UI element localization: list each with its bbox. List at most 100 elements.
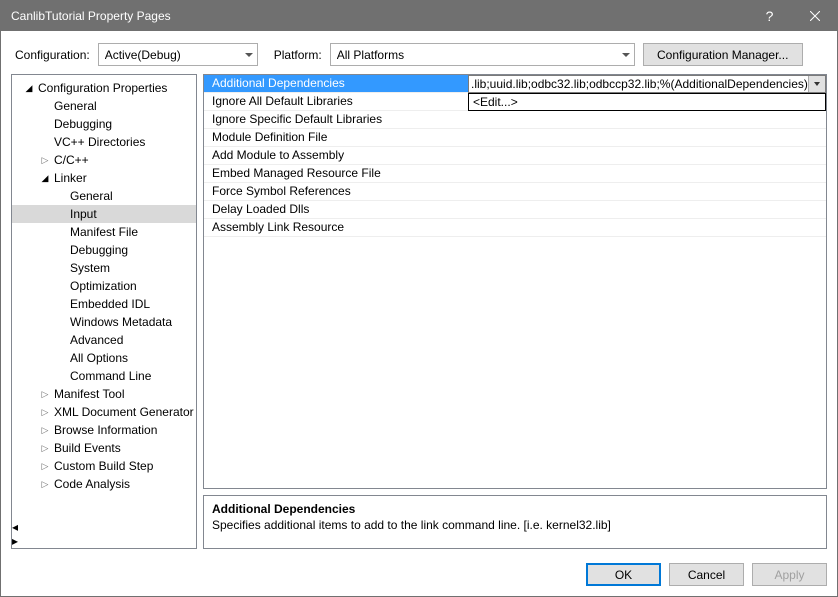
property-name: Embed Managed Resource File bbox=[204, 165, 468, 182]
property-row[interactable]: Module Definition File bbox=[204, 129, 826, 147]
tree-item[interactable]: VC++ Directories bbox=[12, 133, 196, 151]
collapse-icon[interactable]: ▷ bbox=[40, 479, 50, 490]
configuration-manager-button[interactable]: Configuration Manager... bbox=[643, 43, 803, 66]
tree-item[interactable]: General bbox=[12, 187, 196, 205]
property-row[interactable]: Delay Loaded Dlls bbox=[204, 201, 826, 219]
property-row[interactable]: Add Module to Assembly bbox=[204, 147, 826, 165]
expand-icon[interactable]: ◢ bbox=[24, 83, 34, 94]
property-value-editor[interactable]: .lib;uuid.lib;odbc32.lib;odbccp32.lib;%(… bbox=[468, 75, 826, 93]
tree-item[interactable]: Manifest File bbox=[12, 223, 196, 241]
property-value[interactable] bbox=[468, 165, 826, 182]
configuration-manager-label: Configuration Manager... bbox=[657, 48, 788, 62]
property-row[interactable]: Ignore Specific Default Libraries bbox=[204, 111, 826, 129]
tree-item-label: Build Events bbox=[54, 441, 121, 455]
scroll-left-icon[interactable]: ◂ bbox=[12, 520, 196, 534]
main-area: ◢Configuration Properties General Debuggin… bbox=[1, 74, 837, 555]
collapse-icon[interactable]: ▷ bbox=[40, 155, 50, 166]
dialog-buttons: OK Cancel Apply bbox=[1, 555, 837, 596]
cancel-button[interactable]: Cancel bbox=[669, 563, 744, 586]
tree-item-label: Code Analysis bbox=[54, 477, 130, 491]
collapse-icon[interactable]: ▷ bbox=[40, 389, 50, 400]
property-value[interactable] bbox=[468, 147, 826, 164]
tree-item[interactable]: Command Line bbox=[12, 367, 196, 385]
platform-value: All Platforms bbox=[337, 48, 616, 62]
tree-panel: ◢Configuration Properties General Debuggin… bbox=[11, 74, 197, 549]
property-name: Delay Loaded Dlls bbox=[204, 201, 468, 218]
platform-label: Platform: bbox=[274, 48, 322, 62]
tree-item[interactable]: ▷ Code Analysis bbox=[12, 475, 196, 493]
tree-item-label: XML Document Generator bbox=[54, 405, 194, 419]
tree-item[interactable]: Windows Metadata bbox=[12, 313, 196, 331]
platform-dropdown[interactable]: All Platforms bbox=[330, 43, 635, 66]
close-button[interactable] bbox=[792, 1, 837, 31]
property-row[interactable]: Embed Managed Resource File bbox=[204, 165, 826, 183]
tree-item-label: Optimization bbox=[70, 279, 137, 293]
property-row[interactable]: Force Symbol References bbox=[204, 183, 826, 201]
property-value-text: .lib;uuid.lib;odbc32.lib;odbccp32.lib;%(… bbox=[471, 77, 808, 91]
property-row[interactable]: Assembly Link Resource bbox=[204, 219, 826, 237]
tree-item[interactable]: Advanced bbox=[12, 331, 196, 349]
apply-button[interactable]: Apply bbox=[752, 563, 827, 586]
chevron-down-icon bbox=[245, 53, 253, 57]
tree-item[interactable]: Input bbox=[12, 205, 196, 223]
edit-dropdown[interactable]: <Edit...> bbox=[468, 93, 826, 111]
tree-item-label: Manifest File bbox=[70, 225, 138, 239]
tree-item[interactable]: Debugging bbox=[12, 115, 196, 133]
configuration-dropdown[interactable]: Active(Debug) bbox=[98, 43, 258, 66]
property-value[interactable] bbox=[468, 201, 826, 218]
tree-item[interactable]: ◢Linker bbox=[12, 169, 196, 187]
collapse-icon[interactable]: ▷ bbox=[40, 425, 50, 436]
tree-item[interactable]: ▷ Custom Build Step bbox=[12, 457, 196, 475]
tree-item-label: Command Line bbox=[70, 369, 151, 383]
tree-item-label: Browse Information bbox=[54, 423, 157, 437]
property-grid[interactable]: Additional Dependencies.lib;uuid.lib;odb… bbox=[203, 74, 827, 489]
property-value[interactable] bbox=[468, 183, 826, 200]
property-name: Ignore Specific Default Libraries bbox=[204, 111, 468, 128]
collapse-icon[interactable]: ▷ bbox=[40, 461, 50, 472]
collapse-icon[interactable]: ▷ bbox=[40, 443, 50, 454]
tree-item[interactable]: Embedded IDL bbox=[12, 295, 196, 313]
title-bar: CanlibTutorial Property Pages ? bbox=[1, 1, 837, 31]
description-panel: Additional Dependencies Specifies additi… bbox=[203, 495, 827, 549]
tree-item-label: System bbox=[70, 261, 110, 275]
dropdown-button[interactable] bbox=[808, 76, 825, 92]
property-name: Force Symbol References bbox=[204, 183, 468, 200]
tree-item-label: All Options bbox=[70, 351, 128, 365]
tree-scrollbar[interactable]: ◂ ▸ bbox=[12, 520, 196, 548]
property-value[interactable] bbox=[468, 129, 826, 146]
tree-item-label: Custom Build Step bbox=[54, 459, 153, 473]
tree-item[interactable]: ▷C/C++ bbox=[12, 151, 196, 169]
tree-item[interactable]: ▷ Browse Information bbox=[12, 421, 196, 439]
tree-item-label: Input bbox=[70, 207, 97, 221]
description-title: Additional Dependencies bbox=[212, 502, 818, 516]
expand-icon[interactable]: ◢ bbox=[40, 173, 50, 184]
property-value[interactable]: .lib;uuid.lib;odbc32.lib;odbccp32.lib;%(… bbox=[468, 75, 826, 92]
tree-item[interactable]: System bbox=[12, 259, 196, 277]
help-button[interactable]: ? bbox=[747, 1, 792, 31]
property-name: Add Module to Assembly bbox=[204, 147, 468, 164]
property-value[interactable] bbox=[468, 111, 826, 128]
tree-item[interactable]: Debugging bbox=[12, 241, 196, 259]
property-row[interactable]: Additional Dependencies.lib;uuid.lib;odb… bbox=[204, 75, 826, 93]
tree-item[interactable]: ▷ Manifest Tool bbox=[12, 385, 196, 403]
property-value[interactable] bbox=[468, 219, 826, 236]
collapse-icon[interactable]: ▷ bbox=[40, 407, 50, 418]
tree-item-label: VC++ Directories bbox=[54, 135, 145, 149]
tree-item-label: Manifest Tool bbox=[54, 387, 124, 401]
tree-item[interactable]: ▷ XML Document Generator bbox=[12, 403, 196, 421]
chevron-down-icon bbox=[622, 53, 630, 57]
tree-item[interactable]: All Options bbox=[12, 349, 196, 367]
tree-item-label: Debugging bbox=[70, 243, 128, 257]
configuration-value: Active(Debug) bbox=[105, 48, 239, 62]
description-text: Specifies additional items to add to the… bbox=[212, 518, 818, 532]
tree-item[interactable]: Optimization bbox=[12, 277, 196, 295]
tree-item-label: General bbox=[54, 99, 97, 113]
scroll-right-icon[interactable]: ▸ bbox=[12, 534, 196, 548]
tree[interactable]: ◢Configuration Properties General Debuggin… bbox=[12, 75, 196, 520]
tree-item[interactable]: ◢Configuration Properties bbox=[12, 79, 196, 97]
tree-item[interactable]: ▷ Build Events bbox=[12, 439, 196, 457]
window-title: CanlibTutorial Property Pages bbox=[11, 9, 747, 23]
ok-button[interactable]: OK bbox=[586, 563, 661, 586]
tree-item[interactable]: General bbox=[12, 97, 196, 115]
tree-item-label: Advanced bbox=[70, 333, 123, 347]
